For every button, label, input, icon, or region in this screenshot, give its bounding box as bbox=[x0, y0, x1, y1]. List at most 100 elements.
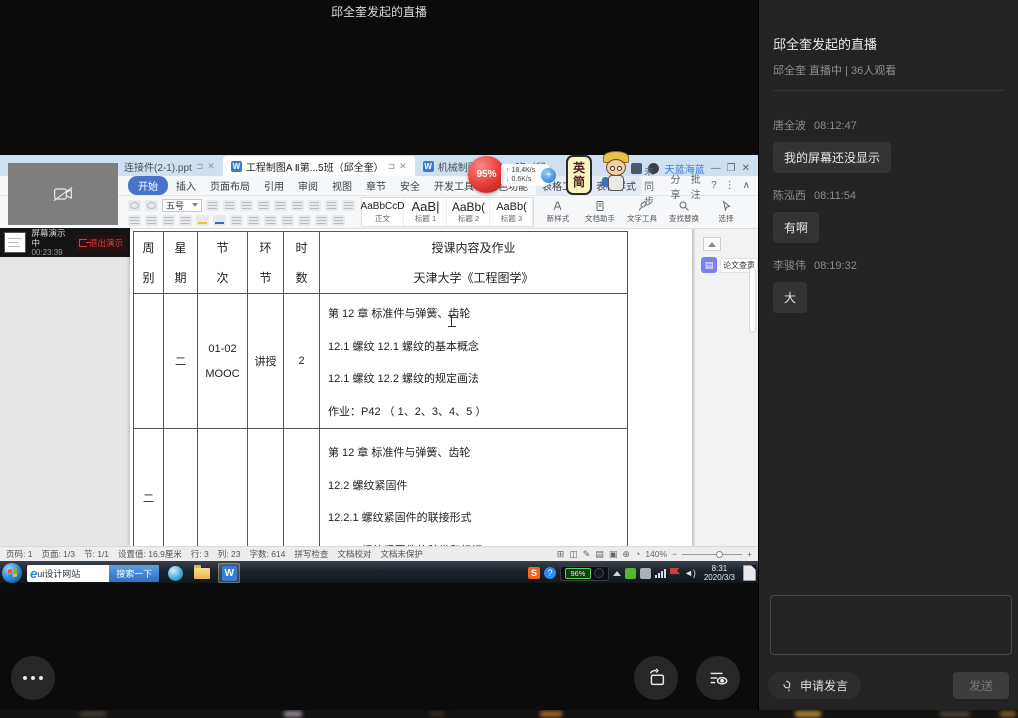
align-right-icon[interactable] bbox=[264, 215, 277, 226]
justify-icon[interactable] bbox=[281, 215, 294, 226]
search-go-button[interactable]: 搜索一下 bbox=[109, 565, 159, 582]
ribbon-tab-review[interactable]: 审阅 bbox=[292, 176, 324, 195]
tab-close-icon[interactable]: ✕ bbox=[399, 161, 407, 172]
chat-message-list[interactable]: 唐全波08:12:47 我的屏幕还没显示 陈泓西08:11:54 有啊 李骏伟0… bbox=[759, 91, 1018, 313]
panel-scrollbar[interactable] bbox=[749, 267, 756, 333]
taskbar-search-input[interactable] bbox=[37, 568, 109, 578]
ribbon-tab-references[interactable]: 引用 bbox=[258, 176, 290, 195]
find-replace-tool[interactable]: 查找替换 bbox=[666, 200, 702, 224]
explorer-task-icon[interactable] bbox=[191, 563, 213, 583]
ime-icon[interactable] bbox=[640, 568, 651, 579]
toggle-chat-panel-button[interactable] bbox=[696, 656, 740, 700]
indent-icon[interactable] bbox=[308, 200, 321, 211]
clear-format-icon[interactable] bbox=[240, 200, 253, 211]
bullet-list-icon[interactable] bbox=[257, 200, 270, 211]
style-heading3[interactable]: AaBb(标题 3 bbox=[491, 198, 533, 226]
security-icon[interactable] bbox=[625, 568, 636, 579]
more-icon[interactable]: ⋮ bbox=[725, 180, 735, 191]
style-normal[interactable]: AaBbCcD正文 bbox=[362, 198, 404, 226]
line-spacing-icon[interactable] bbox=[298, 215, 311, 226]
action-center-flag-icon[interactable] bbox=[670, 568, 680, 579]
tab-pin-icon[interactable]: ⊐ bbox=[388, 161, 396, 172]
sort-icon[interactable] bbox=[325, 200, 338, 211]
switch-layout-button[interactable] bbox=[634, 656, 678, 700]
zoom-in-icon[interactable]: + bbox=[747, 549, 752, 559]
ribbon-tab-home[interactable]: 开始 bbox=[128, 176, 168, 195]
accelerate-plus-icon[interactable]: + bbox=[541, 168, 556, 183]
speed-ball-widget[interactable]: 95% 18.4K/s 0.6K/s + bbox=[468, 156, 549, 193]
more-options-button[interactable] bbox=[11, 656, 55, 700]
outline-view-icon[interactable]: ◫ bbox=[569, 549, 578, 560]
doc-protect-status[interactable]: 文档未保护 bbox=[380, 548, 423, 560]
share-action[interactable]: 分享 bbox=[670, 171, 682, 201]
new-style-tool[interactable]: 新样式 bbox=[540, 200, 576, 224]
start-button[interactable] bbox=[2, 563, 22, 583]
spell-check-toggle[interactable]: 拼写检查 bbox=[294, 548, 328, 560]
zoom-out-icon[interactable]: − bbox=[672, 549, 677, 559]
doc-assistant-tool[interactable]: 文档助手 bbox=[582, 200, 618, 224]
outdent-icon[interactable] bbox=[291, 200, 304, 211]
number-list-icon[interactable] bbox=[274, 200, 287, 211]
table-grid-icon[interactable] bbox=[342, 200, 355, 211]
volume-icon[interactable]: ◄) bbox=[684, 568, 696, 578]
superscript-icon[interactable] bbox=[162, 215, 175, 226]
wps-task-icon[interactable]: W bbox=[218, 563, 240, 583]
text-tools[interactable]: 文字工具 bbox=[624, 200, 660, 224]
collapse-ribbon-icon[interactable]: ∧ bbox=[743, 180, 750, 191]
doc-tab-2-active[interactable]: W 工程制图A Ⅱ第...5班（邱全奎） ⊐ ✕ bbox=[223, 156, 415, 176]
document-page[interactable]: 周别 星期 节次 环节 时数 授课内容及作业天津大学《工程图学》 二 01-02… bbox=[130, 229, 692, 546]
borders-icon[interactable] bbox=[332, 215, 345, 226]
ribbon-tab-insert[interactable]: 插入 bbox=[170, 176, 202, 195]
style-heading2[interactable]: AaBb(标题 2 bbox=[448, 198, 490, 226]
ribbon-tab-view[interactable]: 视图 bbox=[326, 176, 358, 195]
zoom-level[interactable]: 140% bbox=[645, 549, 667, 559]
style-heading1[interactable]: AaB|标题 1 bbox=[405, 198, 447, 226]
network-icon[interactable] bbox=[655, 568, 666, 578]
web-view-icon[interactable]: ⊕ bbox=[622, 549, 630, 560]
reader-view-icon[interactable]: ▣ bbox=[609, 549, 618, 560]
comment-action[interactable]: 批注 bbox=[691, 171, 703, 201]
redo-icon[interactable] bbox=[145, 200, 158, 211]
zoom-slider[interactable] bbox=[682, 554, 742, 555]
exit-presentation-button[interactable]: 退出演示 bbox=[76, 235, 126, 251]
grow-font-icon[interactable] bbox=[206, 200, 219, 211]
edit-view-icon[interactable]: ✎ bbox=[583, 549, 591, 560]
chat-input[interactable] bbox=[770, 595, 1012, 655]
shrink-font-icon[interactable] bbox=[223, 200, 236, 211]
highlight-color-icon[interactable] bbox=[196, 215, 209, 226]
underline-icon[interactable] bbox=[128, 215, 141, 226]
show-desktop-button[interactable] bbox=[743, 565, 756, 581]
sogou-icon[interactable]: S bbox=[528, 567, 540, 579]
memory-usage-ball[interactable]: 95% bbox=[468, 156, 505, 193]
font-color-icon[interactable] bbox=[213, 215, 226, 226]
ribbon-tab-section[interactable]: 章节 bbox=[360, 176, 392, 195]
ribbon-tab-layout[interactable]: 页面布局 bbox=[204, 176, 256, 195]
browser-task-icon[interactable] bbox=[164, 563, 186, 583]
tab-pin-icon[interactable]: ⊐ bbox=[196, 161, 204, 172]
battery-widget[interactable]: 96% bbox=[560, 566, 609, 581]
shading-icon[interactable] bbox=[315, 215, 328, 226]
request-to-speak-button[interactable]: 申请发言 bbox=[768, 672, 861, 699]
doc-proof-toggle[interactable]: 文档校对 bbox=[337, 548, 371, 560]
select-tool[interactable]: 选择 bbox=[708, 200, 744, 224]
doc-tab-1[interactable]: 连接件(2-1).ppt ⊐ ✕ bbox=[116, 156, 223, 176]
eye-protect-icon[interactable]: ◔ bbox=[635, 549, 640, 559]
font-size-select[interactable]: 五号 bbox=[162, 199, 202, 212]
taskbar-clock[interactable]: 8:31 2020/3/3 bbox=[700, 564, 739, 582]
document-canvas[interactable]: 周别 星期 节次 环节 时数 授课内容及作业天津大学《工程图学》 二 01-02… bbox=[0, 229, 758, 546]
taskbar-search[interactable]: e 搜索一下 bbox=[27, 565, 159, 582]
tab-close-icon[interactable]: ✕ bbox=[207, 161, 215, 172]
undo-icon[interactable] bbox=[128, 200, 141, 211]
align-left-icon[interactable] bbox=[230, 215, 243, 226]
page-view-icon[interactable]: ▤ bbox=[595, 549, 604, 560]
strikethrough-icon[interactable] bbox=[145, 215, 158, 226]
help-icon[interactable]: ? bbox=[711, 180, 717, 191]
send-button[interactable]: 发送 bbox=[953, 672, 1009, 699]
ribbon-tab-security[interactable]: 安全 bbox=[394, 176, 426, 195]
align-center-icon[interactable] bbox=[247, 215, 260, 226]
tray-expand-icon[interactable] bbox=[613, 571, 621, 576]
fullscreen-view-icon[interactable]: ⊞ bbox=[557, 549, 565, 560]
helper-icon[interactable]: ? bbox=[544, 567, 556, 579]
subscript-icon[interactable] bbox=[179, 215, 192, 226]
panel-collapse-icon[interactable] bbox=[703, 237, 721, 251]
